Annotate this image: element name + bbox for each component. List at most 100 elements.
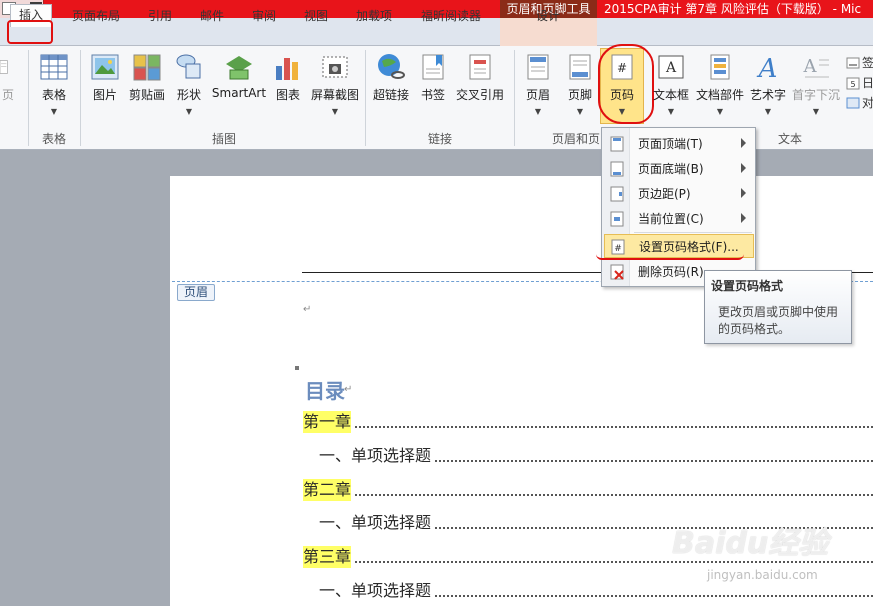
tab-review[interactable]: 审阅 <box>244 6 284 26</box>
tab-page-layout[interactable]: 页面布局 <box>64 6 128 26</box>
toc-entry-text: 一、单项选择题 <box>319 446 432 465</box>
clipart-button[interactable]: 剪贴画 <box>126 52 168 103</box>
quickparts-button[interactable]: 文档部件 ▼ <box>694 52 746 116</box>
shapes-button[interactable]: 形状 ▼ <box>172 52 206 116</box>
page-bottom-icon <box>610 161 624 177</box>
menu-item-label: 页面顶端(T) <box>638 137 703 151</box>
screenshot-icon <box>322 56 348 78</box>
toc-entry[interactable]: 第一章 <box>303 411 873 433</box>
toc-entry[interactable]: 第二章 <box>303 479 873 501</box>
document-title: 2015CPA审计 第7章 风险评估（下载版） - Mic <box>604 2 862 16</box>
page-icon <box>0 60 8 74</box>
signature-line-icon[interactable] <box>846 56 860 70</box>
tooltip-title: 设置页码格式 <box>711 279 784 293</box>
annotation-circle <box>598 44 654 124</box>
toc-title[interactable]: 目录 <box>305 375 345 404</box>
group-separator <box>365 50 366 146</box>
picture-icon <box>91 54 119 80</box>
group-separator <box>80 50 81 146</box>
chevron-right-icon <box>741 188 746 198</box>
table-icon <box>40 54 68 80</box>
watermark-url: jingyan.baidu.com <box>707 568 818 582</box>
footer-button[interactable]: 页脚 ▼ <box>560 52 600 116</box>
chevron-down-icon: ▼ <box>667 107 675 116</box>
menu-item-page-margins[interactable]: 页边距(P) <box>604 182 754 206</box>
hyperlink-button[interactable]: 超链接 <box>370 52 412 103</box>
group-label-tables: 表格 <box>41 132 66 146</box>
page-current-icon <box>610 211 624 227</box>
chart-icon <box>276 58 298 80</box>
format-page-number-icon: # <box>611 239 625 255</box>
crossref-icon <box>469 54 491 80</box>
menu-item-bottom-of-page[interactable]: 页面底端(B) <box>604 157 754 181</box>
smartart-button[interactable]: SmartArt <box>210 52 268 100</box>
table-button[interactable]: 表格 ▼ <box>36 52 72 116</box>
tab-foxit[interactable]: 福昕阅读器 <box>412 6 490 26</box>
group-label-links: 链接 <box>427 132 452 146</box>
crossref-label: 交叉引用 <box>455 88 504 102</box>
chart-button[interactable]: 图表 <box>270 52 306 103</box>
menu-item-top-of-page[interactable]: 页面顶端(T) <box>604 132 754 156</box>
object-icon[interactable] <box>846 96 860 110</box>
tooltip-body: 更改页眉或页脚中使用的页码格式。 <box>718 305 839 336</box>
page-margin-icon <box>610 186 624 202</box>
header-button[interactable]: 页眉 ▼ <box>518 52 558 116</box>
tooltip: 设置页码格式 更改页眉或页脚中使用的页码格式。 <box>704 270 852 344</box>
chevron-down-icon: ▼ <box>576 107 584 116</box>
svg-text:#: # <box>614 244 622 254</box>
toc-leader <box>355 494 873 496</box>
shapes-icon <box>176 54 201 79</box>
group-label-header-footer: 页眉和页 <box>551 132 600 146</box>
textbox-button[interactable]: A 文本框 ▼ <box>650 52 692 116</box>
textbox-icon: A <box>658 55 684 79</box>
dropcap-icon: A <box>803 56 829 78</box>
toc-leader <box>355 426 873 428</box>
quickparts-label: 文档部件 <box>695 88 744 102</box>
wordart-button[interactable]: A 艺术字 ▼ <box>748 52 788 116</box>
svg-text:A: A <box>803 56 818 77</box>
clipart-label: 剪贴画 <box>128 88 165 102</box>
tab-view[interactable]: 视图 <box>296 6 336 26</box>
crossref-button[interactable]: 交叉引用 <box>452 52 508 103</box>
tab-mailings[interactable]: 邮件 <box>192 6 232 26</box>
toc-entry[interactable]: 一、单项选择题 <box>319 445 873 467</box>
toc-entry-text: 第一章 <box>303 411 352 433</box>
menu-separator <box>634 232 752 233</box>
clipart-icon <box>133 54 161 81</box>
dropcap-button[interactable]: A 首字下沉 ▼ <box>790 52 842 116</box>
annotation-underline <box>596 254 744 260</box>
screenshot-label: 屏幕截图 <box>310 88 359 102</box>
bookmark-button[interactable]: 书签 <box>416 52 450 103</box>
header-label: 页眉 <box>525 88 550 102</box>
chart-label: 图表 <box>275 88 300 102</box>
tab-design[interactable]: 设计 <box>520 6 576 26</box>
chevron-down-icon: ▼ <box>534 107 542 116</box>
globe-link-icon <box>378 54 405 79</box>
chevron-right-icon <box>741 213 746 223</box>
cover-page-button[interactable]: 页 <box>0 52 16 103</box>
footer-icon <box>569 54 591 80</box>
toc-entry[interactable]: 一、单项选择题 <box>319 580 873 602</box>
tab-addins[interactable]: 加载项 <box>348 6 400 26</box>
picture-label: 图片 <box>92 88 117 102</box>
chevron-down-icon: ▼ <box>716 107 724 116</box>
object-label: 对 <box>862 96 873 110</box>
toc-leader <box>435 595 873 597</box>
screenshot-button[interactable]: 屏幕截图 ▼ <box>308 52 362 116</box>
smartart-label: SmartArt <box>211 86 267 100</box>
paragraph-mark-icon: ↵ <box>344 384 353 395</box>
quickparts-icon <box>710 54 730 80</box>
svg-text:A: A <box>665 60 677 76</box>
chevron-down-icon: ▼ <box>764 107 772 116</box>
bookmark-label: 书签 <box>420 88 445 102</box>
tab-references[interactable]: 引用 <box>140 6 180 26</box>
toc-entry-text: 第二章 <box>303 479 352 501</box>
group-separator <box>514 50 515 146</box>
date-time-icon[interactable]: 5 <box>846 76 860 90</box>
menu-item-label: 页面底端(B) <box>638 162 704 176</box>
page-number-menu: 页面顶端(T) 页面底端(B) 页边距(P) 当前位置(C) # 设置页码格式(… <box>601 127 756 287</box>
chevron-right-icon <box>741 163 746 173</box>
picture-button[interactable]: 图片 <box>88 52 122 103</box>
dropcap-label: 首字下沉 <box>791 88 840 102</box>
menu-item-current-position[interactable]: 当前位置(C) <box>604 207 754 231</box>
